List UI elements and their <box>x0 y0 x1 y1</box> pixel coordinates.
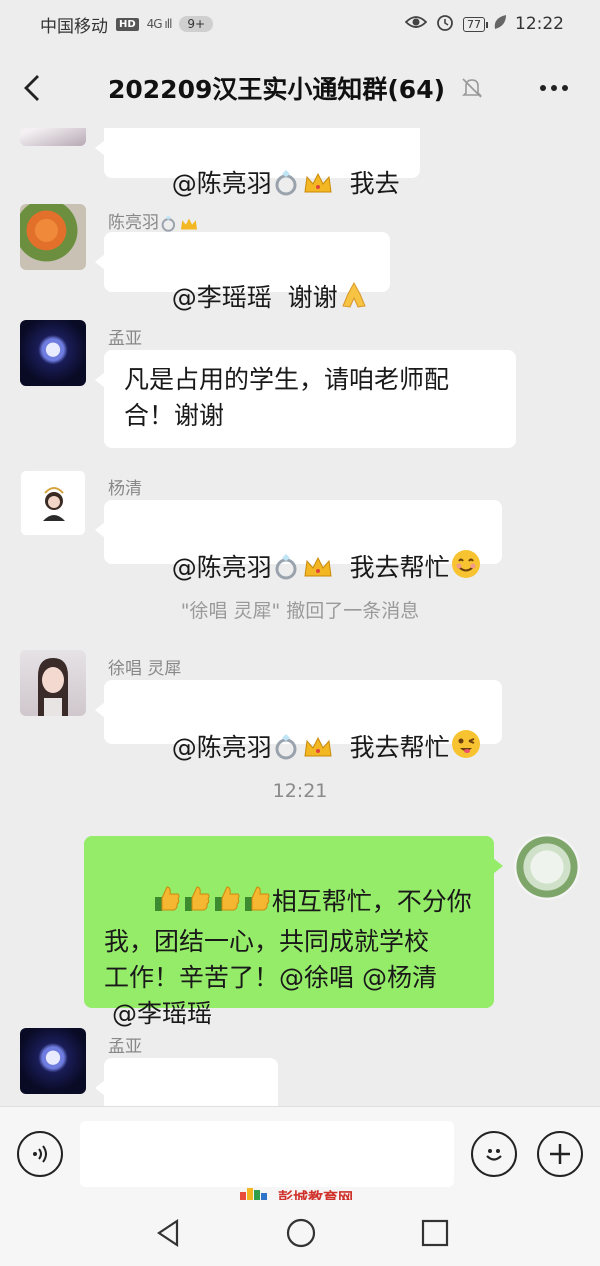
triangle-back-icon <box>157 1218 179 1248</box>
message-text: 凡是占用的学生，请咱老师配 合！谢谢 <box>124 365 450 430</box>
message-bubble[interactable]: 相互帮忙，不分你 我，团结一心，共同成就学校 工作！辛苦了！@徐唱 @杨清 @李… <box>84 836 503 1028</box>
more-options-button[interactable] <box>534 74 574 102</box>
leaf-icon <box>493 14 507 35</box>
wink-emoji <box>450 728 482 770</box>
message-text: 我去帮忙 <box>349 733 450 762</box>
avatar[interactable] <box>20 204 86 270</box>
chat-title: 202209汉王实小通知群(64) <box>108 75 446 104</box>
message-text: 相互帮忙，不分你 <box>271 887 472 916</box>
message-bubble[interactable]: @陈亮羽 我去帮忙 <box>95 680 502 762</box>
message-text: @李瑶瑶 谢谢 <box>171 283 338 312</box>
message-text: @陈亮羽 <box>171 733 272 762</box>
message-bubble[interactable]: 凡是占用的学生，请咱老师配 合！谢谢 <box>95 350 516 448</box>
battery-indicator: 77 <box>463 16 488 32</box>
avatar[interactable] <box>20 320 86 386</box>
voice-icon <box>33 1145 47 1163</box>
message-text: @陈亮羽 <box>171 553 272 582</box>
plus-icon <box>550 1144 570 1164</box>
message-list[interactable]: @陈亮羽 我去 陈亮羽 @李瑶瑶 谢谢 孟亚 凡是占用的学生，请咱老师配 合！谢… <box>0 128 600 1106</box>
thumbs-up-emoji <box>152 884 182 924</box>
system-nav-bar <box>0 1200 600 1266</box>
avatar[interactable] <box>20 1028 86 1094</box>
notification-count-badge: 9+ <box>179 16 214 32</box>
message-bubble[interactable]: @陈亮羽 我去 <box>95 128 420 198</box>
clock-time: 12:22 <box>515 14 564 34</box>
nav-recents-button[interactable] <box>418 1216 452 1250</box>
crown-emoji <box>302 170 334 206</box>
avatar[interactable] <box>20 128 86 146</box>
sender-name: 徐唱 灵犀 <box>108 659 182 679</box>
message-text: 我，团结一心，共同成就学校 工作！辛苦了！@徐唱 @杨清 @李瑶瑶 <box>104 927 437 1028</box>
ring-emoji <box>272 168 302 206</box>
signal-icon: 4G ıll <box>146 17 173 31</box>
square-recents-icon <box>421 1219 449 1247</box>
sender-name: 杨清 <box>108 479 142 499</box>
my-avatar[interactable] <box>514 834 580 900</box>
nav-home-button[interactable] <box>284 1216 318 1250</box>
sender-name: 孟亚 <box>108 1037 142 1057</box>
circle-home-icon <box>286 1218 316 1248</box>
nav-back-button[interactable] <box>152 1216 186 1250</box>
avatar[interactable] <box>20 650 86 716</box>
crown-emoji <box>302 734 334 770</box>
folded-hands-emoji <box>338 280 370 320</box>
message-text: @陈亮羽 <box>171 169 272 198</box>
more-actions-button[interactable] <box>537 1131 583 1177</box>
emoji-button[interactable] <box>471 1131 517 1177</box>
message-text: 我去 <box>349 169 400 198</box>
chevron-left-icon <box>24 75 39 101</box>
message-bubble[interactable]: @李瑶瑶 谢谢 <box>95 232 390 312</box>
back-button[interactable] <box>0 48 64 128</box>
thumbs-up-emoji <box>182 884 212 924</box>
message-text: 我去帮忙 <box>349 553 450 582</box>
ring-emoji <box>272 732 302 770</box>
message-input[interactable] <box>80 1121 454 1187</box>
eye-icon <box>404 14 428 35</box>
timestamp: 12:21 <box>272 780 328 802</box>
message-bubble[interactable]: @陈亮羽 我去帮忙 <box>95 500 502 582</box>
status-bar: 中国移动 HD 4G ıll 9+ 77 12:22 <box>0 0 600 48</box>
smiley-icon <box>486 1149 502 1161</box>
ring-emoji <box>272 552 302 590</box>
crown-emoji <box>302 554 334 590</box>
avatar[interactable] <box>20 470 86 536</box>
alarm-icon <box>435 12 455 37</box>
hd-badge: HD <box>116 17 139 31</box>
thumbs-up-emoji <box>212 884 242 924</box>
mute-bell-icon <box>459 75 485 101</box>
chat-header: 202209汉王实小通知群(64) <box>0 48 600 128</box>
message-bubble[interactable] <box>95 1058 278 1106</box>
sender-name: 孟亚 <box>108 329 142 349</box>
recall-notice: "徐唱 灵犀" 撤回了一条消息 <box>180 600 420 622</box>
carrier-label: 中国移动 <box>40 16 108 37</box>
voice-button[interactable] <box>17 1131 63 1177</box>
thumbs-up-emoji <box>242 884 272 924</box>
smile-emoji <box>450 548 482 590</box>
